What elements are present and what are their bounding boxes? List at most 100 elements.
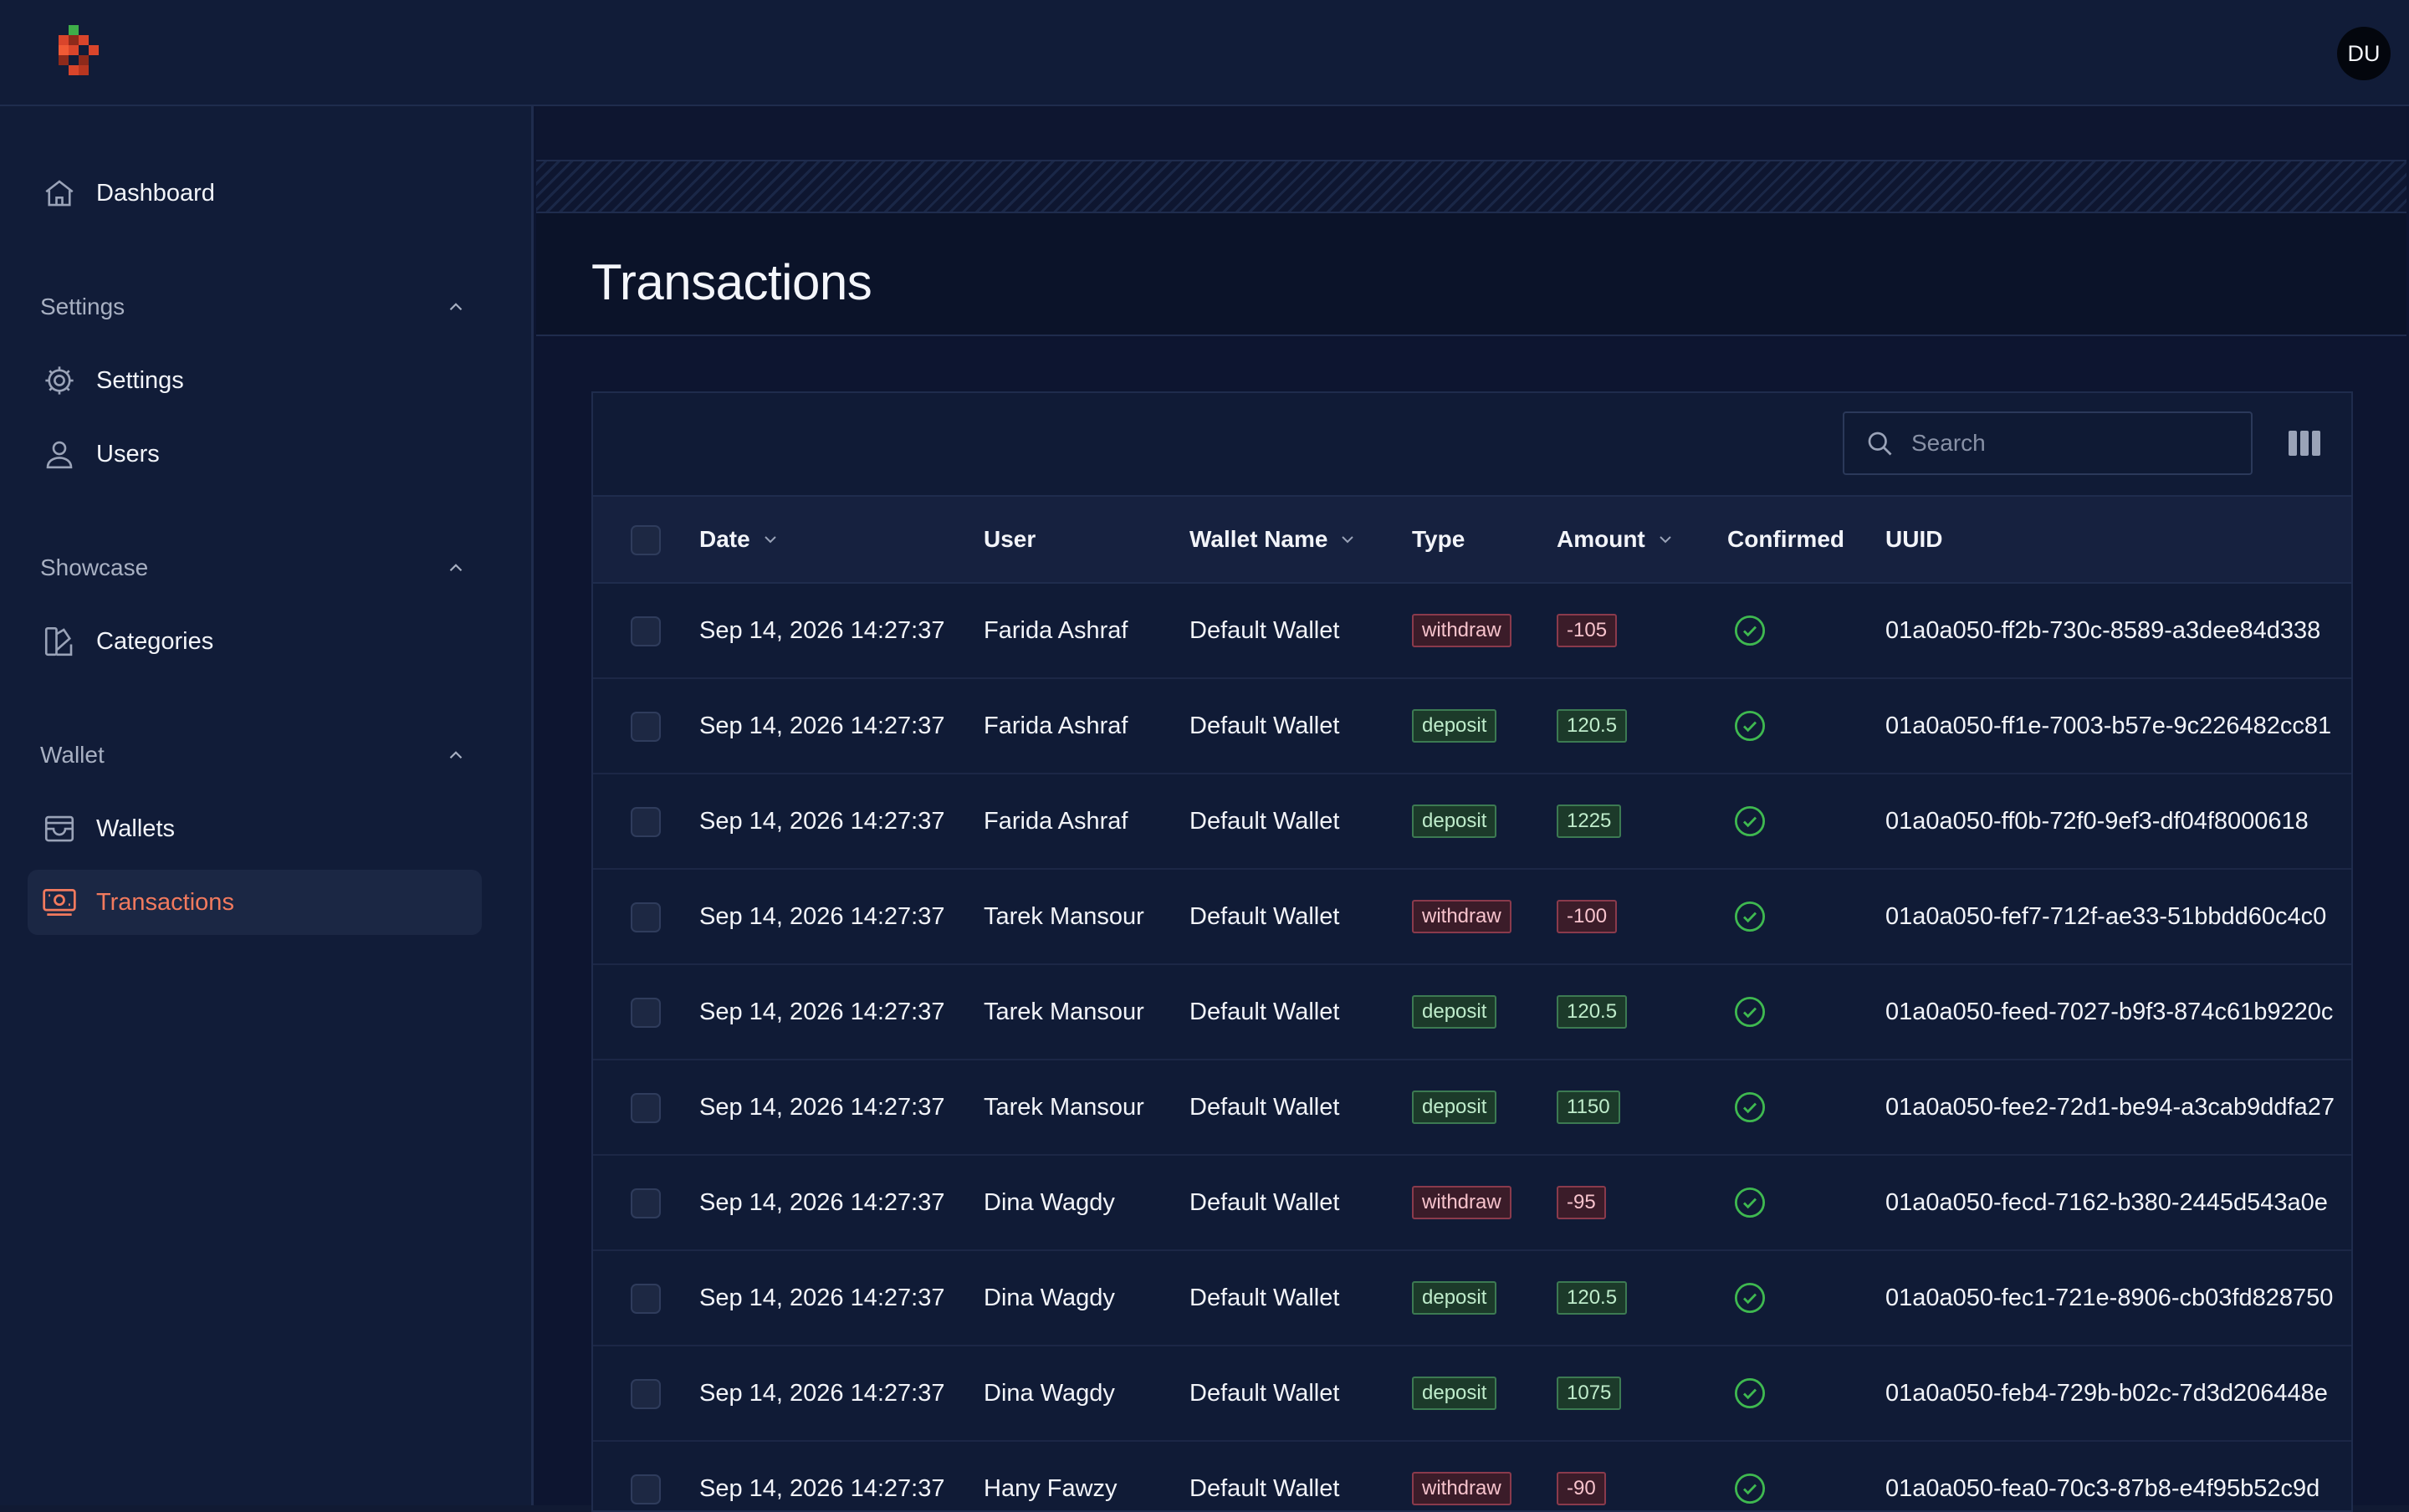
table-row[interactable]: Sep 14, 2026 14:27:37 Dina Wagdy Default W… xyxy=(593,1251,2351,1346)
amount-badge: 120.5 xyxy=(1557,995,1628,1029)
sidebar-item-settings[interactable]: Settings xyxy=(28,348,482,413)
row-checkbox[interactable] xyxy=(631,1188,661,1218)
search-box[interactable] xyxy=(1843,411,2253,475)
select-all-checkbox[interactable] xyxy=(631,525,661,555)
column-header-uuid[interactable]: UUID xyxy=(1885,497,1942,582)
table-row[interactable]: Sep 14, 2026 14:27:37 Farida Ashraf Defaul… xyxy=(593,774,2351,870)
chevron-down-icon xyxy=(1337,529,1358,549)
cell-type: withdraw xyxy=(1412,870,1511,963)
cell-type: deposit xyxy=(1412,679,1497,773)
top-bar: DU xyxy=(0,0,2409,106)
cell-user: Dina Wagdy xyxy=(984,1284,1115,1311)
column-header-date[interactable]: Date xyxy=(699,497,780,582)
sidebar-item-wallets[interactable]: Wallets xyxy=(28,796,482,861)
column-header-amount[interactable]: Amount xyxy=(1557,497,1675,582)
sidebar-item-transactions[interactable]: Transactions xyxy=(28,870,482,935)
logo-icon[interactable] xyxy=(55,23,105,84)
section-header-showcase[interactable]: Showcase xyxy=(40,551,467,585)
search-icon xyxy=(1864,427,1898,460)
section-header-wallet[interactable]: Wallet xyxy=(40,738,467,772)
amount-badge: 1225 xyxy=(1557,805,1622,838)
check-circle-icon xyxy=(1734,710,1766,742)
cell-date: Sep 14, 2026 14:27:37 xyxy=(699,1379,945,1407)
cell-type: deposit xyxy=(1412,1251,1497,1345)
cell-date: Sep 14, 2026 14:27:37 xyxy=(699,1188,945,1216)
chevron-down-icon xyxy=(760,529,780,549)
cell-date: Sep 14, 2026 14:27:37 xyxy=(699,1474,945,1502)
type-badge: deposit xyxy=(1412,805,1497,838)
sidebar-item-label: Categories xyxy=(96,627,214,655)
cell-user: Hany Fawzy xyxy=(984,1474,1118,1502)
search-input[interactable] xyxy=(1910,429,2231,457)
column-header-type[interactable]: Type xyxy=(1412,497,1465,582)
table-row[interactable]: Sep 14, 2026 14:27:37 Farida Ashraf Defaul… xyxy=(593,584,2351,679)
cell-confirmed xyxy=(1732,870,1767,963)
column-label: Wallet Name xyxy=(1189,526,1328,552)
cell-wallet-name: Default Wallet xyxy=(1189,807,1340,835)
row-checkbox[interactable] xyxy=(631,1379,661,1409)
type-badge: deposit xyxy=(1412,1281,1497,1315)
cell-type: deposit xyxy=(1412,774,1497,868)
row-checkbox[interactable] xyxy=(631,1284,661,1314)
cell-confirmed xyxy=(1732,1060,1767,1154)
cell-confirmed xyxy=(1732,584,1767,677)
type-badge: withdraw xyxy=(1412,1472,1511,1505)
table-row[interactable]: Sep 14, 2026 14:27:37 Dina Wagdy Default W… xyxy=(593,1346,2351,1442)
row-checkbox[interactable] xyxy=(631,902,661,932)
column-label: Type xyxy=(1412,526,1465,552)
row-checkbox[interactable] xyxy=(631,1093,661,1123)
gear-icon xyxy=(39,360,79,401)
sidebar-item-users[interactable]: Users xyxy=(28,421,482,487)
cell-amount: 1150 xyxy=(1557,1060,1620,1154)
sidebar-item-label: Settings xyxy=(96,366,184,394)
cell-uuid: 01a0a050-ff0b-72f0-9ef3-df04f8000618 xyxy=(1885,807,2309,835)
cell-confirmed xyxy=(1732,965,1767,1059)
row-checkbox[interactable] xyxy=(631,712,661,742)
check-circle-icon xyxy=(1734,1187,1766,1218)
chevron-up-icon xyxy=(449,751,463,759)
table-row[interactable]: Sep 14, 2026 14:27:37 Tarek Mansour Defaul… xyxy=(593,1060,2351,1156)
cell-wallet-name: Default Wallet xyxy=(1189,998,1340,1025)
cell-confirmed xyxy=(1732,1442,1767,1510)
cell-user: Farida Ashraf xyxy=(984,807,1128,835)
money-icon xyxy=(39,882,79,922)
check-circle-icon xyxy=(1734,1473,1766,1504)
section-title: Wallet xyxy=(40,742,105,768)
table-row[interactable]: Sep 14, 2026 14:27:37 Tarek Mansour Defaul… xyxy=(593,965,2351,1060)
cell-date: Sep 14, 2026 14:27:37 xyxy=(699,1093,945,1121)
column-header-user[interactable]: User xyxy=(984,497,1036,582)
cell-uuid: 01a0a050-feed-7027-b9f3-874c61b9220c xyxy=(1885,998,2334,1025)
sidebar-item-categories[interactable]: Categories xyxy=(28,609,482,674)
row-checkbox[interactable] xyxy=(631,998,661,1028)
cell-uuid: 01a0a050-fee2-72d1-be94-a3cab9ddfa27 xyxy=(1885,1093,2335,1121)
table-row[interactable]: Sep 14, 2026 14:27:37 Hany Fawzy Default W… xyxy=(593,1442,2351,1510)
row-checkbox[interactable] xyxy=(631,807,661,837)
table-row[interactable]: Sep 14, 2026 14:27:37 Tarek Mansour Defaul… xyxy=(593,870,2351,965)
home-icon xyxy=(39,173,79,213)
amount-badge: -105 xyxy=(1557,614,1618,647)
sidebar-item-label: Dashboard xyxy=(96,179,215,207)
cell-uuid: 01a0a050-fea0-70c3-87b8-e4f95b52c9d xyxy=(1885,1474,2320,1502)
row-checkbox[interactable] xyxy=(631,1474,661,1504)
table-row[interactable]: Sep 14, 2026 14:27:37 Farida Ashraf Defaul… xyxy=(593,679,2351,774)
cell-confirmed xyxy=(1732,774,1767,868)
cell-confirmed xyxy=(1732,1346,1767,1440)
column-header-wallet-name[interactable]: Wallet Name xyxy=(1189,497,1358,582)
cell-amount: 120.5 xyxy=(1557,1251,1628,1345)
type-badge: withdraw xyxy=(1412,1186,1511,1219)
sidebar-item-dashboard[interactable]: Dashboard xyxy=(28,161,482,226)
table-row[interactable]: Sep 14, 2026 14:27:37 Dina Wagdy Default W… xyxy=(593,1156,2351,1251)
cell-wallet-name: Default Wallet xyxy=(1189,1188,1340,1216)
row-checkbox[interactable] xyxy=(631,616,661,646)
cell-amount: -105 xyxy=(1557,584,1618,677)
amount-badge: 120.5 xyxy=(1557,709,1628,743)
section-header-settings[interactable]: Settings xyxy=(40,290,467,324)
check-circle-icon xyxy=(1734,901,1766,932)
columns-button[interactable] xyxy=(2286,425,2323,462)
column-header-confirmed[interactable]: Confirmed xyxy=(1727,497,1844,582)
cell-date: Sep 14, 2026 14:27:37 xyxy=(699,616,945,644)
avatar[interactable]: DU xyxy=(2337,27,2391,80)
sidebar-item-label: Wallets xyxy=(96,815,175,842)
cell-confirmed xyxy=(1732,679,1767,773)
check-circle-icon xyxy=(1734,615,1766,646)
